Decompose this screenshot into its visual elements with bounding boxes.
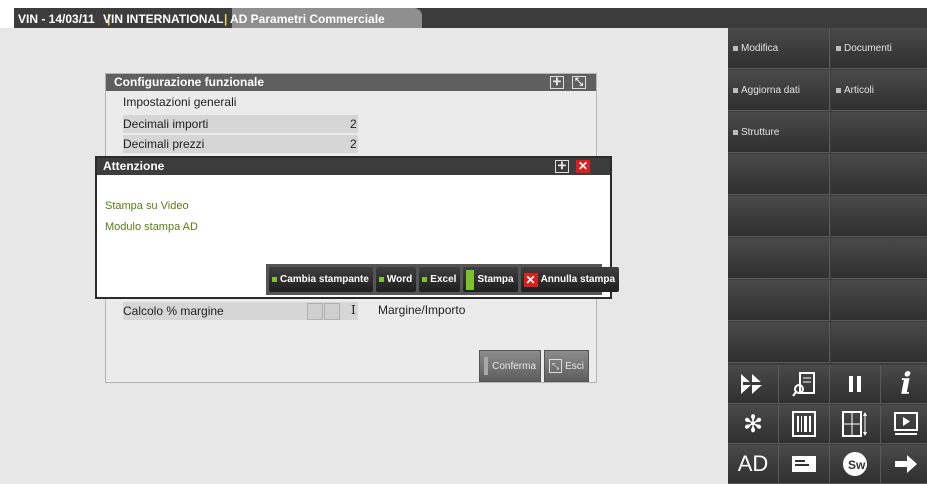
excel-label: Excel <box>430 274 457 285</box>
tab-strip: VIN - 14/03/11 | VIN INTERNATIONAL | AD … <box>14 8 927 28</box>
pause-icon[interactable] <box>830 365 881 404</box>
snowflake-icon[interactable]: ✻ <box>728 405 779 444</box>
stampa-label: Stampa <box>477 274 514 285</box>
cambia-stampante-button[interactable]: Cambia stampante <box>269 267 373 292</box>
tab-version[interactable]: VIN - 14/03/11 <box>18 11 95 28</box>
close-icon[interactable]: ✕ <box>576 160 590 173</box>
empty-menu-button[interactable] <box>831 322 927 363</box>
maximize-icon[interactable]: ✛ <box>555 160 569 173</box>
documenti-button[interactable]: Documenti <box>831 28 927 69</box>
empty-menu-button[interactable] <box>728 280 830 321</box>
esci-button[interactable]: ⤡ Esci <box>544 350 589 382</box>
config-panel-header: Configurazione funzionale ✛ ⤡ <box>106 74 596 91</box>
decimali-prezzi-field[interactable]: 2 <box>350 135 357 153</box>
play-screen-icon[interactable] <box>881 405 927 444</box>
articoli-button[interactable]: Articoli <box>831 70 927 111</box>
empty-menu-button[interactable] <box>728 238 830 279</box>
maximize-icon[interactable]: ✛ <box>550 76 564 89</box>
strutture-label: Strutture <box>741 127 780 138</box>
annulla-stampa-button[interactable]: ✕ Annulla stampa <box>520 267 620 292</box>
svg-text:Sw: Sw <box>848 458 866 472</box>
field-selector-icon[interactable] <box>307 303 323 320</box>
bullet-icon <box>836 87 841 93</box>
calcolo-margine-code[interactable]: I <box>351 303 356 317</box>
esci-label: Esci <box>565 360 584 372</box>
empty-menu-button[interactable] <box>728 154 830 195</box>
cambia-stampante-label: Cambia stampante <box>280 274 369 285</box>
strutture-button[interactable]: Strutture <box>728 112 830 153</box>
modifica-button[interactable]: Modifica <box>728 28 830 69</box>
empty-menu-button[interactable] <box>728 322 830 363</box>
conferma-label: Conferma <box>492 360 536 372</box>
sw-logo-icon[interactable]: Sw <box>830 445 881 484</box>
bullet-icon <box>836 45 841 51</box>
dialog-message-line: Modulo stampa AD <box>105 221 198 233</box>
search-document-icon[interactable] <box>779 365 830 404</box>
empty-menu-button[interactable] <box>831 280 927 321</box>
empty-menu-button[interactable] <box>831 196 927 237</box>
bullet-icon <box>733 129 738 135</box>
tab-separator: | <box>224 12 228 26</box>
decimali-prezzi-label: Decimali prezzi <box>123 135 358 153</box>
green-bullet-icon <box>378 277 384 282</box>
right-command-panel: Modifica Documenti Aggiorna dati Articol… <box>728 28 927 484</box>
articoli-label: Articoli <box>844 85 875 96</box>
info-icon[interactable]: i <box>881 365 927 404</box>
calcolo-margine-value: Margine/Importo <box>378 303 466 317</box>
aggiorna-dati-button[interactable]: Aggiorna dati <box>728 70 830 111</box>
dialog-button-bar: Cambia stampante Word Excel Stampa ✕ Annu… <box>266 264 620 295</box>
ad-icon-label: AD <box>737 451 769 476</box>
empty-menu-button[interactable] <box>831 154 927 195</box>
conferma-button[interactable]: Conferma <box>479 350 541 382</box>
empty-menu-button[interactable] <box>831 238 927 279</box>
dialog-title: Attenzione <box>103 159 165 173</box>
config-panel-title: Configurazione funzionale <box>114 75 264 89</box>
ad-icon[interactable]: AD <box>728 445 779 484</box>
cancel-x-icon: ✕ <box>523 272 538 287</box>
exit-icon: ⤡ <box>549 359 563 373</box>
green-bullet-icon <box>422 277 428 282</box>
excel-button[interactable]: Excel <box>419 267 461 292</box>
dialog-message-line: Stampa su Video <box>105 200 189 212</box>
conferma-bar-icon <box>484 357 489 375</box>
arrow-right-icon[interactable] <box>881 445 927 484</box>
card-icon[interactable] <box>779 445 830 484</box>
attention-dialog: Attenzione ✛ ✕ Stampa su Video Modulo st… <box>95 156 620 299</box>
tab-company[interactable]: VIN INTERNATIONAL <box>103 11 223 28</box>
sort-grid-icon[interactable] <box>830 405 881 444</box>
stampa-button[interactable]: Stampa <box>463 267 518 292</box>
word-label: Word <box>386 274 413 285</box>
green-bullet-icon <box>272 277 277 282</box>
annulla-stampa-label: Annulla stampa <box>540 274 616 285</box>
decimali-importi-field[interactable]: 2 <box>350 115 357 133</box>
bullet-icon <box>733 87 738 93</box>
modifica-label: Modifica <box>741 43 779 54</box>
fast-forward-icon[interactable] <box>728 365 779 404</box>
minimize-icon[interactable]: ⤡ <box>572 76 586 89</box>
tab-module[interactable]: AD Parametri Commerciale <box>230 11 385 28</box>
tab-bar: VIN - 14/03/11 | VIN INTERNATIONAL | AD … <box>0 0 927 28</box>
dialog-header: Attenzione ✛ ✕ <box>97 158 610 175</box>
field-calc-icon[interactable] <box>324 303 340 320</box>
word-button[interactable]: Word <box>375 267 417 292</box>
green-bar-icon <box>466 269 475 290</box>
empty-menu-button[interactable] <box>728 196 830 237</box>
section-heading: Impostazioni generali <box>123 95 237 109</box>
bullet-icon <box>733 45 738 51</box>
barcode-icon[interactable] <box>779 405 830 444</box>
aggiorna-dati-label: Aggiorna dati <box>741 85 800 96</box>
decimali-importi-label: Decimali importi <box>123 115 358 133</box>
documenti-label: Documenti <box>844 43 892 54</box>
empty-menu-button[interactable] <box>831 112 927 153</box>
